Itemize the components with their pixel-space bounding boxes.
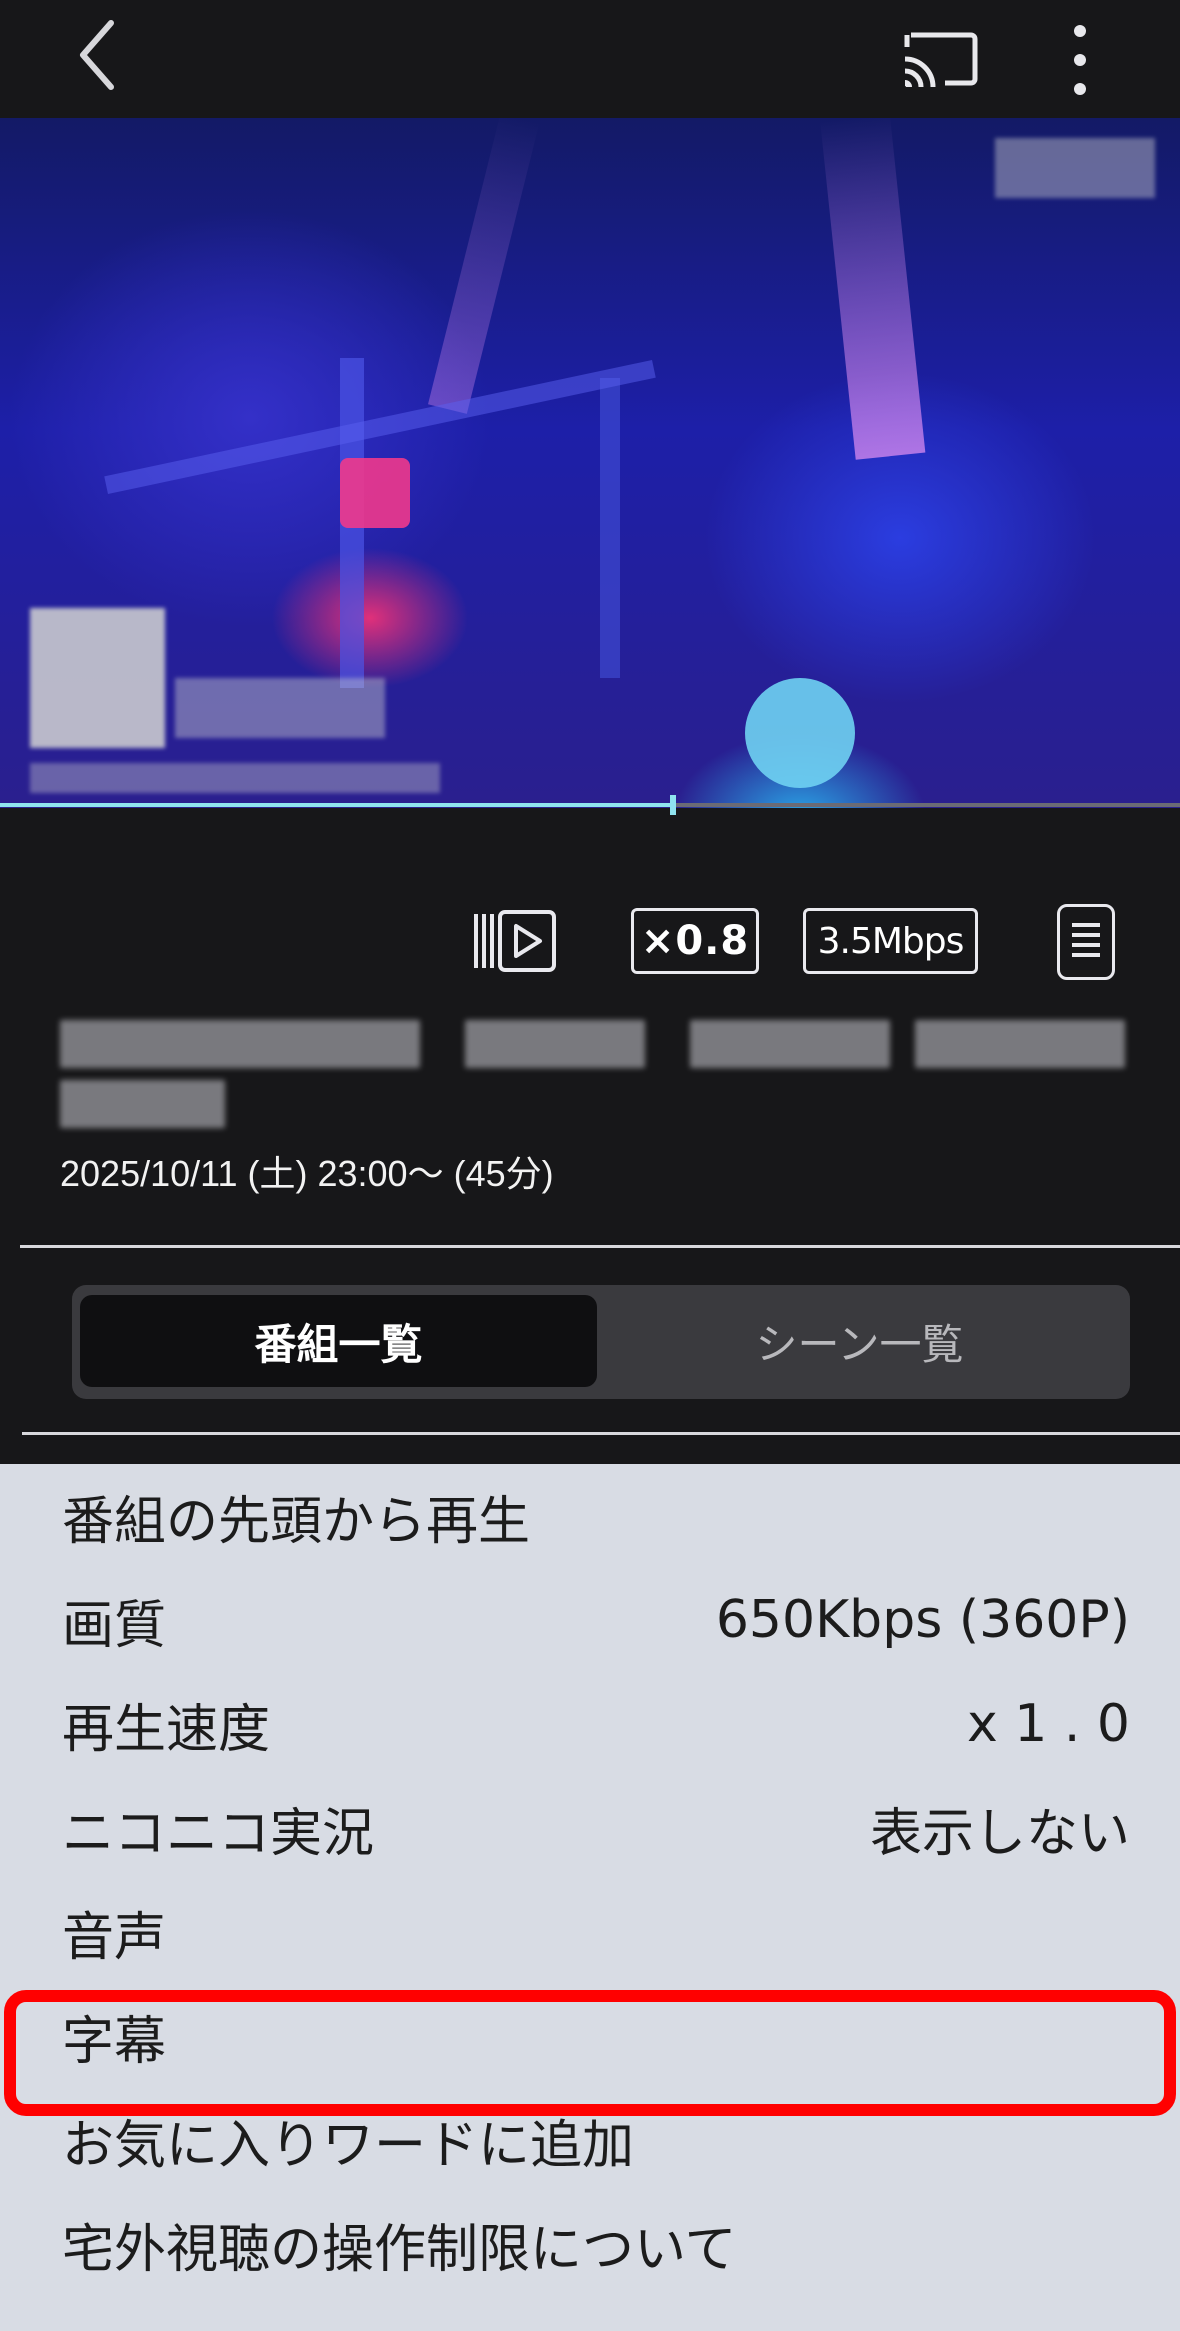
menu-item-label: お気に入りワードに追加 bbox=[62, 2115, 635, 2176]
menu-item-label: 音声 bbox=[62, 1907, 167, 1968]
play-queue-icon bbox=[474, 910, 556, 972]
stage-light bbox=[745, 678, 855, 788]
program-title-censored bbox=[465, 1020, 645, 1068]
seek-bar-fill bbox=[0, 803, 673, 807]
bitrate-button[interactable]: 3.5Mbps bbox=[803, 908, 978, 974]
air-date: 2025/10/11 (土) 23:00〜 (45分) bbox=[60, 1153, 554, 1194]
divider bbox=[20, 1245, 1180, 1248]
menu-item-label: ニコニコ実況 bbox=[62, 1803, 375, 1864]
top-bar bbox=[0, 0, 1180, 118]
program-title-censored bbox=[60, 1080, 225, 1128]
stage-light-beam bbox=[428, 118, 540, 414]
menu-item-audio[interactable]: 音声 bbox=[0, 1880, 1180, 1984]
chevron-left-icon bbox=[80, 20, 114, 90]
video-player[interactable] bbox=[0, 118, 1180, 808]
cast-button[interactable] bbox=[895, 20, 985, 100]
speed-label: ×0.8 bbox=[640, 918, 750, 964]
options-menu-sheet: 番組の先頭から再生 画質 650Kbps (360P) 再生速度 x 1 . 0… bbox=[0, 1464, 1180, 2331]
program-title-censored bbox=[915, 1020, 1125, 1068]
channel-logo bbox=[30, 608, 165, 748]
menu-item-label: 字幕 bbox=[62, 2011, 167, 2072]
bitrate-label: 3.5Mbps bbox=[817, 920, 965, 962]
menu-item-add-favorite-word[interactable]: お気に入りワードに追加 bbox=[0, 2088, 1180, 2192]
more-button[interactable] bbox=[1060, 20, 1100, 100]
menu-item-label: 画質 bbox=[62, 1595, 167, 1656]
playlist-play-button[interactable] bbox=[470, 908, 558, 974]
menu-item-label: 宅外視聴の操作制限について bbox=[62, 2219, 737, 2280]
channel-watermark bbox=[995, 138, 1155, 198]
menu-item-label: 番組の先頭から再生 bbox=[62, 1491, 531, 1552]
program-info-button[interactable] bbox=[1057, 904, 1115, 980]
stage-truss bbox=[600, 378, 620, 678]
menu-item-label: 再生速度 bbox=[62, 1699, 271, 1760]
overlay-caption bbox=[30, 763, 440, 793]
menu-item-quality[interactable]: 画質 650Kbps (360P) bbox=[0, 1568, 1180, 1672]
program-title-censored bbox=[60, 1020, 420, 1068]
stage-light-beam bbox=[820, 118, 926, 460]
menu-item-remote-viewing-limits[interactable]: 宅外視聴の操作制限について bbox=[0, 2192, 1180, 2296]
menu-item-playback-speed[interactable]: 再生速度 x 1 . 0 bbox=[0, 1672, 1180, 1776]
seek-bar-handle[interactable] bbox=[669, 795, 676, 815]
list-icon bbox=[1072, 923, 1100, 957]
stage-light bbox=[340, 458, 410, 528]
menu-item-value: 表示しない bbox=[869, 1803, 1130, 1864]
back-button[interactable] bbox=[62, 10, 132, 100]
divider bbox=[22, 1432, 1180, 1435]
list-tab-switcher: 番組一覧 シーン一覧 bbox=[72, 1285, 1130, 1399]
menu-item-play-from-start[interactable]: 番組の先頭から再生 bbox=[0, 1464, 1180, 1568]
cast-icon bbox=[904, 32, 978, 88]
menu-item-subtitles[interactable]: 字幕 bbox=[0, 1984, 1180, 2088]
program-title-censored bbox=[690, 1020, 890, 1068]
tab-program-list[interactable]: 番組一覧 bbox=[80, 1295, 597, 1387]
tab-scene-list[interactable]: シーン一覧 bbox=[597, 1295, 1122, 1387]
menu-item-niconico-live[interactable]: ニコニコ実況 表示しない bbox=[0, 1776, 1180, 1880]
more-vertical-icon bbox=[1074, 25, 1086, 95]
overlay-caption bbox=[175, 678, 385, 738]
menu-item-value: x 1 . 0 bbox=[966, 1694, 1130, 1754]
menu-item-value: 650Kbps (360P) bbox=[715, 1590, 1130, 1650]
speed-button[interactable]: ×0.8 bbox=[631, 908, 759, 974]
